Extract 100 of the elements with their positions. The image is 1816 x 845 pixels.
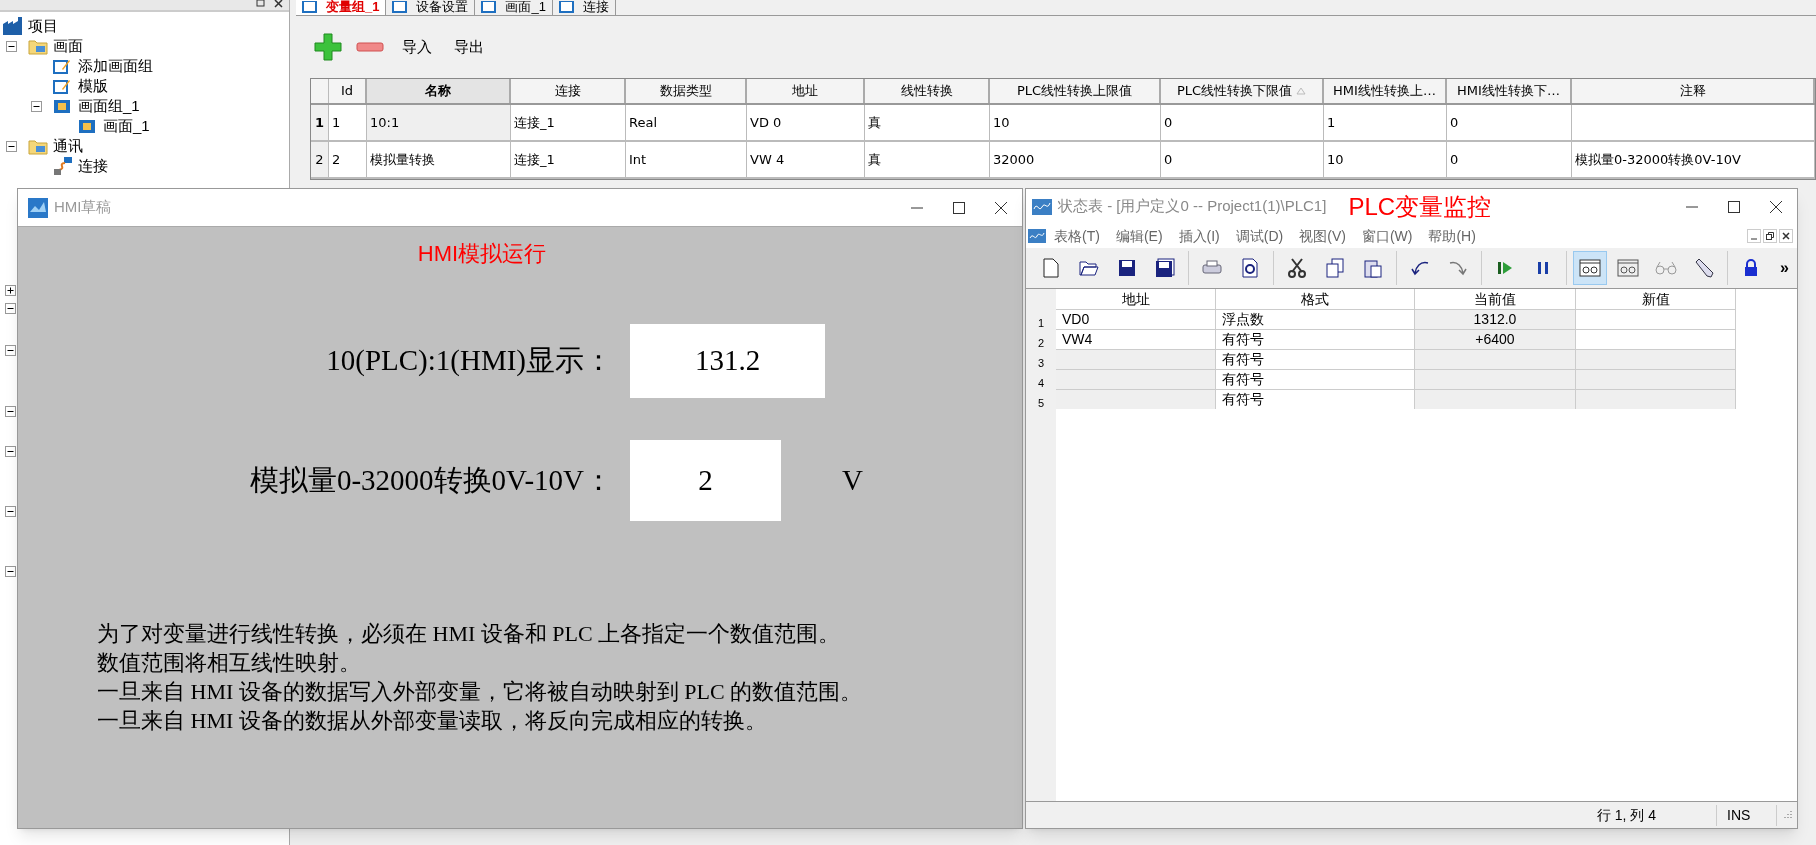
column-header[interactable]: PLC线性转换上限值 — [990, 79, 1161, 103]
menu-item[interactable]: 表格(T) — [1046, 225, 1108, 247]
collapse-icon[interactable] — [6, 140, 17, 152]
column-header[interactable]: 当前值 — [1415, 289, 1576, 309]
collapse-icon[interactable] — [6, 40, 17, 52]
row-header[interactable]: 1 — [311, 105, 329, 140]
row-number: 4 — [1036, 376, 1046, 389]
resize-grip-icon[interactable] — [1781, 809, 1793, 821]
column-header[interactable]: HMI线性转换下… — [1447, 79, 1572, 103]
monitor-icon[interactable] — [1579, 259, 1601, 277]
table-cell: 0 — [1161, 142, 1324, 177]
description-text: 一旦来自 HMI 设备的数据从外部变量读取，将反向完成相应的转换。 — [97, 707, 768, 735]
play-icon[interactable] — [1498, 260, 1512, 276]
column-header[interactable]: 格式 — [1216, 289, 1415, 309]
menu-item[interactable]: 帮助(H) — [1420, 225, 1484, 247]
screen-heading: HMI模拟运行 — [416, 240, 548, 268]
open-folder-icon[interactable] — [1079, 259, 1099, 277]
table-cell: 10 — [990, 105, 1161, 140]
document-icon — [558, 1, 575, 13]
column-header[interactable]: 新值 — [1576, 289, 1736, 309]
field-label: 10(PLC):1(HMI)显示： — [325, 343, 613, 379]
add-icon[interactable] — [314, 33, 342, 61]
close-icon[interactable] — [1769, 199, 1783, 214]
column-header[interactable]: 注释 — [1572, 79, 1815, 103]
overflow-button[interactable]: » — [1780, 256, 1789, 280]
field-label: 模拟量0-32000转换0V-10V： — [248, 462, 613, 498]
value-display: 2 — [630, 440, 781, 521]
edit-icon — [53, 77, 71, 95]
menu-item[interactable]: 插入(I) — [1170, 225, 1228, 247]
save-all-icon[interactable] — [1155, 258, 1175, 278]
pencil-icon[interactable] — [1694, 258, 1714, 278]
menu-item[interactable]: 编辑(E) — [1107, 225, 1171, 247]
maximize-icon[interactable] — [952, 200, 966, 215]
restore-icon[interactable] — [1763, 229, 1777, 243]
table-cell: 2 — [329, 142, 367, 177]
redo-icon[interactable] — [1448, 259, 1468, 277]
copy-icon[interactable] — [1326, 258, 1344, 278]
collapse-icon[interactable] — [5, 506, 16, 517]
column-header[interactable]: 地址 — [1056, 289, 1216, 309]
menu-item[interactable]: 窗口(W) — [1353, 225, 1421, 247]
value-display: 131.2 — [630, 324, 825, 398]
edit-icon — [53, 57, 71, 75]
export-button[interactable]: 导出 — [450, 35, 488, 59]
chart-icon — [1032, 198, 1052, 215]
remove-icon[interactable] — [356, 42, 384, 52]
row-number: 5 — [1036, 396, 1046, 409]
window-title: 状态表 - [用户定义0 -- Project1(1)\PLC1] — [1058, 196, 1327, 217]
pin-icon[interactable] — [256, 0, 266, 9]
monitor-icon[interactable] — [1617, 259, 1639, 277]
expand-icon[interactable] — [5, 285, 16, 296]
menu-item[interactable]: 视图(V) — [1291, 225, 1354, 247]
table-cell: 连接_1 — [511, 105, 626, 140]
save-icon[interactable] — [1118, 259, 1136, 277]
row-number: 1 — [1036, 316, 1046, 329]
table-cell: 10 — [1324, 142, 1447, 177]
column-header[interactable]: 数据类型 — [626, 79, 747, 103]
import-button[interactable]: 导入 — [398, 35, 436, 59]
paste-icon[interactable] — [1364, 258, 1382, 278]
row-number: 2 — [1036, 336, 1046, 349]
table-cell: VD 0 — [747, 105, 865, 140]
collapse-icon[interactable] — [5, 303, 16, 314]
folder-icon — [28, 137, 48, 155]
collapse-icon[interactable] — [5, 446, 16, 457]
row-header[interactable]: 2 — [311, 142, 329, 177]
sort-icon — [1296, 87, 1307, 95]
lock-icon[interactable] — [1744, 259, 1758, 277]
description-text: 为了对变量进行线性转换，必须在 HMI 设备和 PLC 上各指定一个数值范围。 — [97, 620, 842, 648]
cursor-position: 行 1, 列 4 — [1596, 804, 1717, 826]
table-cell: 连接_1 — [511, 142, 626, 177]
column-header[interactable]: 线性转换 — [865, 79, 990, 103]
undo-icon[interactable] — [1410, 259, 1430, 277]
close-icon[interactable] — [994, 200, 1008, 215]
table-cell: 模拟量转换 — [367, 142, 511, 177]
tab[interactable]: 变量组_1 — [296, 0, 387, 15]
table-cell: 真 — [865, 105, 990, 140]
folder-icon — [28, 37, 48, 55]
collapse-icon[interactable] — [5, 566, 16, 577]
collapse-icon[interactable] — [31, 100, 42, 112]
table-cell: 32000 — [990, 142, 1161, 177]
close-icon[interactable] — [274, 0, 283, 9]
cut-icon[interactable] — [1288, 258, 1306, 278]
column-header[interactable]: 名称 — [367, 79, 511, 103]
table-cell: Int — [626, 142, 747, 177]
table-cell: 模拟量0-32000转换0V-10V — [1572, 142, 1815, 177]
print-preview-icon[interactable] — [1241, 258, 1259, 278]
menu-item[interactable]: 调试(D) — [1227, 225, 1292, 247]
table-cell: 1312.0 — [1415, 310, 1576, 329]
collapse-icon[interactable] — [5, 345, 16, 356]
pause-icon[interactable] — [1537, 260, 1549, 276]
column-header[interactable]: PLC线性转换下限值 — [1161, 79, 1324, 103]
description-text: 数值范围将相互线性映射。 — [97, 649, 362, 677]
table-cell: +6400 — [1415, 330, 1576, 349]
maximize-icon[interactable] — [1727, 199, 1741, 214]
column-header[interactable]: 地址 — [747, 79, 865, 103]
collapse-icon[interactable] — [5, 406, 16, 417]
column-header[interactable]: 连接 — [511, 79, 626, 103]
print-icon[interactable] — [1202, 260, 1222, 276]
column-header[interactable]: HMI线性转换上… — [1324, 79, 1447, 103]
table-cell: 0 — [1447, 105, 1572, 140]
new-file-icon[interactable] — [1042, 258, 1060, 278]
